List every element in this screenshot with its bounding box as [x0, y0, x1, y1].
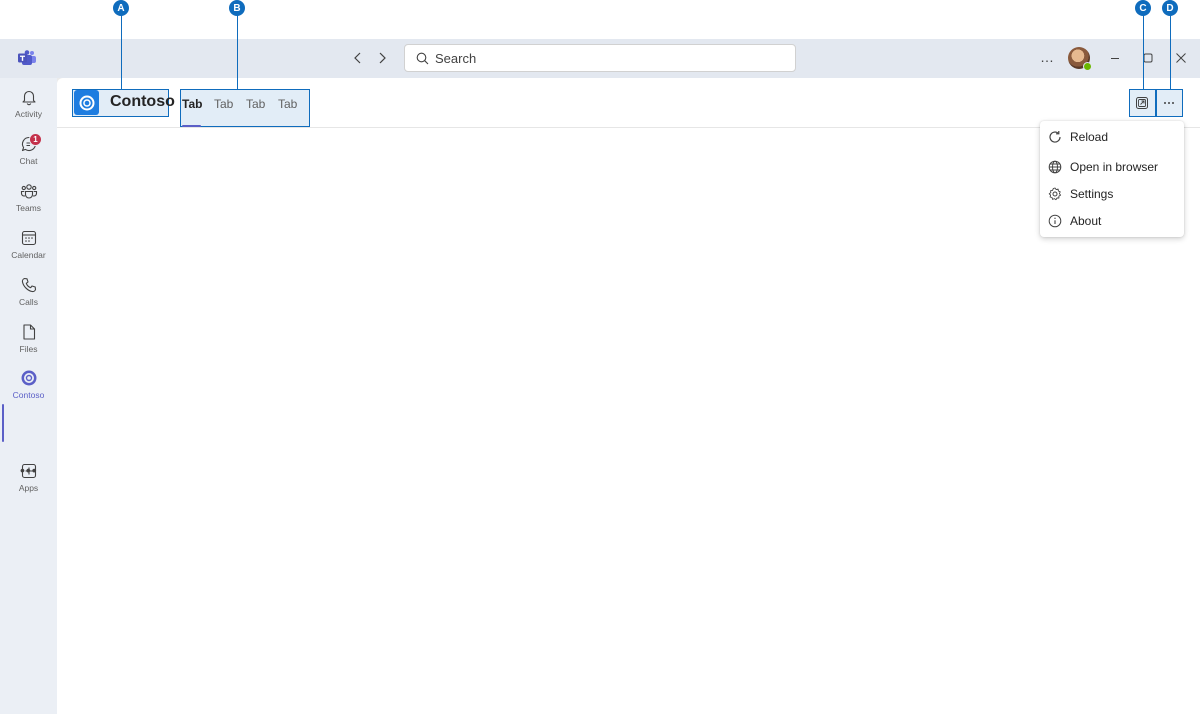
- active-tab-indicator: [182, 125, 201, 127]
- callout-d-leader: [1170, 14, 1171, 90]
- callout-a-leader: [121, 14, 122, 90]
- appbar-item-calls[interactable]: Calls: [0, 276, 57, 320]
- app-bar: Activity 1 Chat Teams Calendar Calls Fil…: [0, 78, 57, 714]
- app-header: Contoso Tab Tab Tab Tab: [57, 78, 1200, 128]
- appbar-label: Apps: [18, 483, 39, 493]
- title-bar: Search …: [0, 39, 1200, 78]
- popout-button[interactable]: [1129, 89, 1155, 117]
- search-input[interactable]: Search: [404, 44, 796, 72]
- appbar-label: Calendar: [11, 250, 46, 260]
- phone-icon: [21, 277, 36, 293]
- menu-item-open-in-browser[interactable]: Open in browser: [1048, 157, 1158, 177]
- menu-item-label: Reload: [1070, 130, 1109, 144]
- app-content: Contoso Tab Tab Tab Tab: [57, 78, 1200, 714]
- callout-c: C: [1135, 0, 1151, 16]
- more-options-button[interactable]: [1156, 89, 1182, 117]
- forward-arrow-icon[interactable]: [374, 50, 390, 66]
- teams-logo-icon: [18, 50, 36, 65]
- appbar-item-chat[interactable]: 1 Chat: [0, 133, 57, 179]
- appbar-item-contoso[interactable]: Contoso: [0, 369, 57, 413]
- menu-item-reload[interactable]: Reload: [1048, 127, 1108, 147]
- presence-available-icon: [1083, 62, 1092, 71]
- appbar-label: Files: [19, 344, 38, 354]
- add-app-icon: [21, 463, 36, 479]
- teams-window: Search … Activity 1 Chat Teams Calendar …: [0, 39, 1200, 714]
- info-icon: [1048, 214, 1062, 228]
- tab-4[interactable]: Tab: [278, 97, 297, 111]
- tab-2[interactable]: Tab: [214, 97, 233, 111]
- more-horizontal-icon: [1164, 102, 1174, 104]
- popout-icon: [1136, 97, 1148, 109]
- appbar-item-activity[interactable]: Activity: [0, 88, 57, 132]
- appbar-label: Contoso: [12, 390, 45, 400]
- back-arrow-icon[interactable]: [350, 50, 366, 66]
- tab-3[interactable]: Tab: [246, 97, 265, 111]
- menu-item-label: Open in browser: [1070, 160, 1159, 174]
- tab-1[interactable]: Tab: [182, 97, 202, 111]
- appbar-item-files[interactable]: Files: [0, 323, 57, 367]
- search-icon: [416, 52, 429, 64]
- appbar-label: Activity: [15, 109, 42, 119]
- globe-icon: [1048, 160, 1062, 174]
- contoso-app-icon: [74, 90, 99, 115]
- search-placeholder: Search: [435, 50, 477, 66]
- bell-icon: [21, 90, 36, 106]
- callout-c-leader: [1143, 14, 1144, 90]
- appbar-label: Calls: [19, 297, 38, 307]
- appbar-label: Teams: [15, 203, 42, 213]
- appbar-item-apps[interactable]: Apps: [0, 462, 57, 506]
- more-options-menu: Reload Open in browser Settings About: [1040, 121, 1184, 237]
- calendar-icon: [21, 230, 36, 246]
- close-icon[interactable]: [1172, 49, 1190, 67]
- menu-item-label: About: [1070, 214, 1102, 228]
- gear-icon: [1048, 187, 1062, 201]
- file-icon: [22, 324, 35, 340]
- contoso-icon: [21, 370, 36, 386]
- appbar-label: Chat: [19, 156, 38, 166]
- menu-item-about[interactable]: About: [1048, 211, 1101, 231]
- menu-item-label: Settings: [1070, 187, 1114, 201]
- reload-icon: [1049, 131, 1061, 143]
- teams-icon: [20, 184, 37, 199]
- callout-a: A: [113, 0, 129, 16]
- menu-item-settings[interactable]: Settings: [1048, 184, 1113, 204]
- callout-d: D: [1162, 0, 1178, 16]
- app-name: Contoso: [110, 93, 175, 110]
- appbar-item-teams[interactable]: Teams: [0, 182, 57, 226]
- title-more-icon[interactable]: …: [1040, 49, 1055, 65]
- chat-unread-badge: 1: [29, 133, 42, 146]
- minimize-icon[interactable]: [1106, 49, 1124, 67]
- callout-b: B: [229, 0, 245, 16]
- callout-b-leader: [237, 14, 238, 90]
- maximize-icon[interactable]: [1139, 49, 1157, 67]
- appbar-item-calendar[interactable]: Calendar: [0, 229, 57, 273]
